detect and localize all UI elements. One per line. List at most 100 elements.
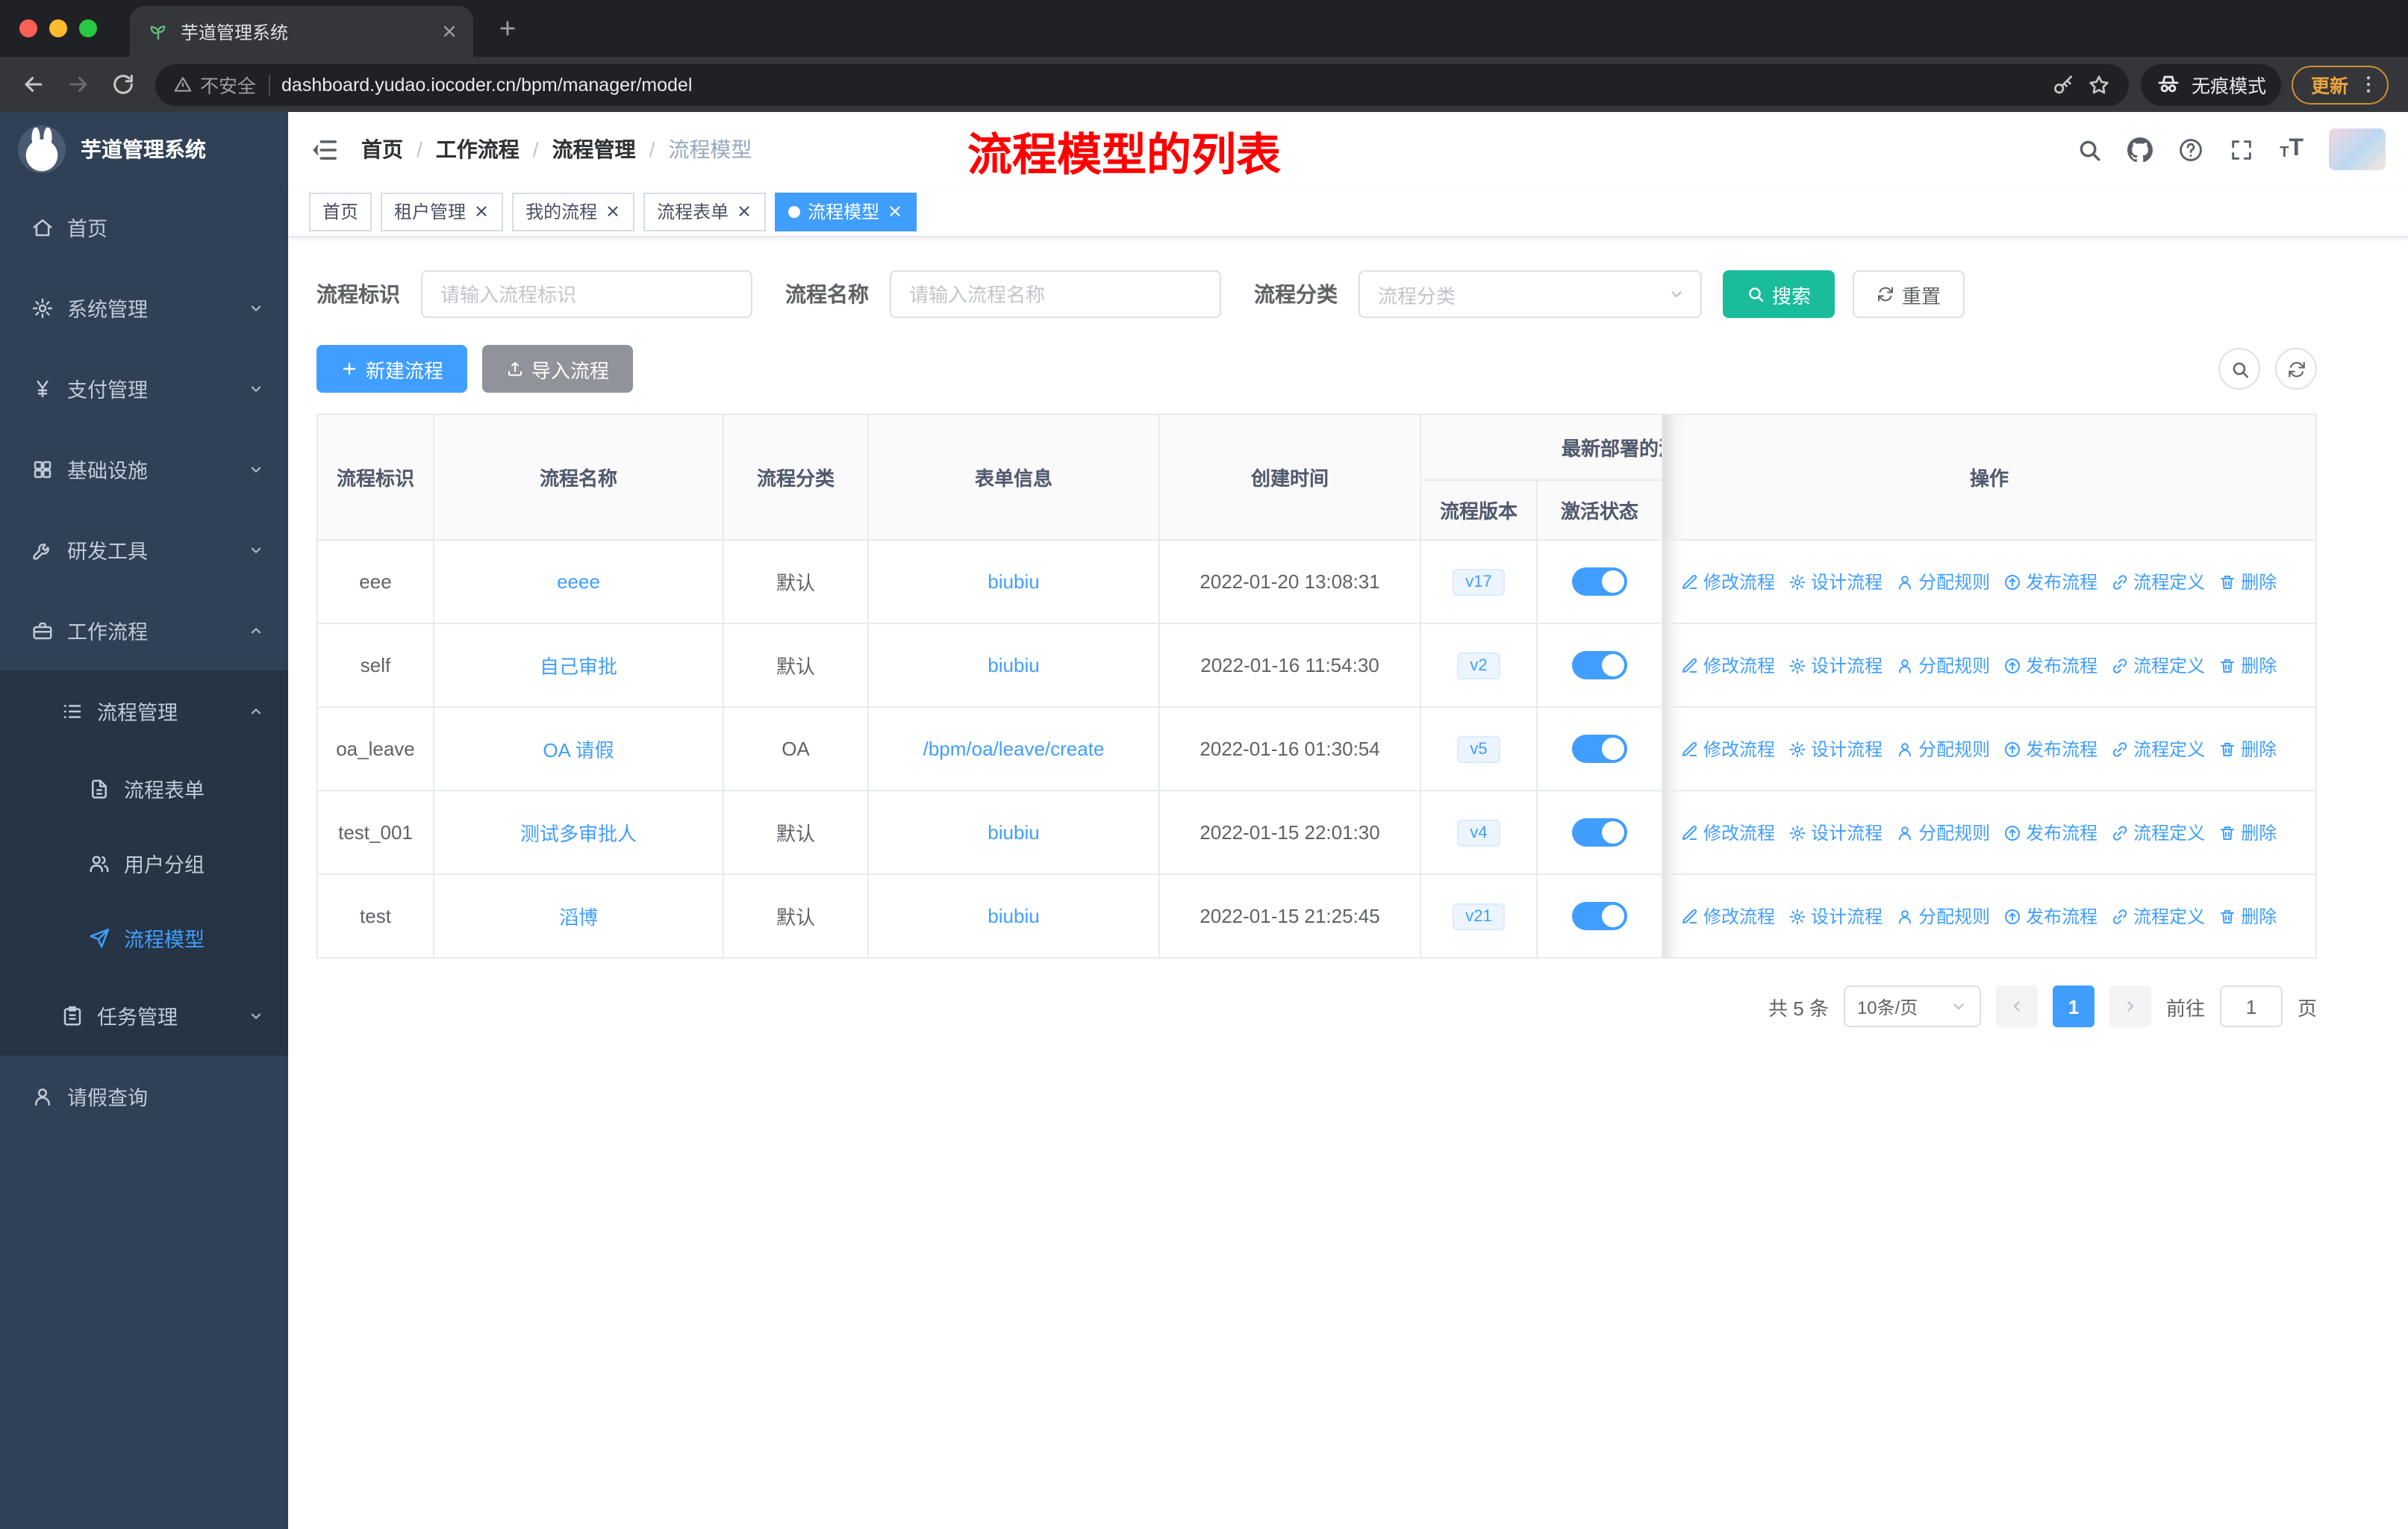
process-key-input[interactable] — [421, 270, 752, 318]
form-info-link[interactable]: biubiu — [988, 821, 1039, 844]
tag-close-icon[interactable] — [887, 203, 903, 219]
action-modify[interactable]: 修改流程 — [1681, 569, 1775, 594]
hamburger-icon[interactable] — [311, 135, 339, 164]
app-logo[interactable]: 芋道管理系统 — [0, 112, 288, 187]
action-assign[interactable]: 分配规则 — [1896, 653, 1990, 678]
action-design[interactable]: 设计流程 — [1788, 820, 1883, 845]
action-assign[interactable]: 分配规则 — [1896, 569, 1990, 594]
bookmark-star-icon[interactable] — [2087, 72, 2111, 96]
window-maximize-button[interactable] — [79, 19, 97, 37]
tab-tag[interactable]: 流程表单 — [643, 192, 767, 231]
action-delete[interactable]: 删除 — [2218, 903, 2277, 929]
action-design[interactable]: 设计流程 — [1788, 736, 1883, 762]
process-name-link[interactable]: eeee — [557, 570, 600, 593]
sidebar-item-dev-tools[interactable]: 研发工具 — [0, 509, 288, 590]
action-modify[interactable]: 修改流程 — [1681, 736, 1775, 762]
import-process-button[interactable]: 导入流程 — [482, 345, 634, 393]
help-icon[interactable] — [2178, 137, 2203, 162]
prev-page-button[interactable] — [1995, 985, 2038, 1027]
tag-close-icon[interactable] — [736, 203, 752, 219]
process-name-link[interactable]: OA 请假 — [543, 739, 614, 762]
process-name-link[interactable]: 滔博 — [559, 906, 598, 929]
forward-button[interactable] — [57, 63, 99, 105]
search-icon[interactable] — [2077, 137, 2102, 162]
breadcrumb-item[interactable]: 首页 — [361, 134, 403, 164]
next-page-button[interactable] — [2109, 985, 2151, 1027]
refresh-table-button[interactable] — [2275, 348, 2317, 390]
user-avatar[interactable] — [2329, 128, 2386, 170]
tag-close-icon[interactable] — [473, 203, 490, 219]
sidebar-item-system-manage[interactable]: 系统管理 — [0, 267, 288, 348]
fullscreen-icon[interactable] — [2229, 137, 2254, 162]
sidebar-item-home[interactable]: 首页 — [0, 187, 288, 267]
active-toggle[interactable] — [1572, 567, 1627, 596]
sidebar-item-process-model[interactable]: 流程模型 — [0, 900, 288, 975]
process-name-link[interactable]: 自己审批 — [540, 655, 617, 678]
category-select[interactable]: 流程分类 — [1359, 270, 1702, 318]
action-modify[interactable]: 修改流程 — [1681, 903, 1775, 929]
sidebar-item-process-form[interactable]: 流程表单 — [0, 751, 288, 826]
sidebar-item-workflow[interactable]: 工作流程 — [0, 590, 288, 670]
form-info-link[interactable]: biubiu — [988, 570, 1039, 593]
tab-tag[interactable]: 首页 — [309, 192, 372, 231]
security-indicator[interactable]: 不安全 — [173, 70, 256, 99]
active-toggle[interactable] — [1572, 651, 1627, 679]
action-delete[interactable]: 删除 — [2218, 569, 2277, 594]
back-button[interactable] — [12, 63, 54, 105]
action-definition[interactable]: 流程定义 — [2111, 820, 2205, 845]
tag-close-icon[interactable] — [605, 203, 621, 219]
reload-button[interactable] — [102, 63, 143, 105]
action-definition[interactable]: 流程定义 — [2111, 903, 2205, 929]
toggle-search-button[interactable] — [2218, 348, 2260, 390]
address-bar[interactable]: 不安全 dashboard.yudao.iocoder.cn/bpm/manag… — [155, 63, 2129, 105]
action-definition[interactable]: 流程定义 — [2111, 736, 2205, 762]
process-name-link[interactable]: 测试多审批人 — [520, 823, 637, 845]
active-toggle[interactable] — [1572, 902, 1627, 930]
action-design[interactable]: 设计流程 — [1788, 903, 1883, 929]
sidebar-item-infrastructure[interactable]: 基础设施 — [0, 429, 288, 509]
tab-tag[interactable]: 租户管理 — [381, 192, 504, 231]
form-info-link[interactable]: biubiu — [988, 905, 1039, 927]
action-assign[interactable]: 分配规则 — [1896, 903, 1990, 929]
tab-tag[interactable]: 流程模型 — [775, 192, 917, 231]
tab-tag[interactable]: 我的流程 — [512, 192, 635, 231]
window-close-button[interactable] — [19, 19, 37, 37]
process-name-input[interactable] — [890, 270, 1221, 318]
create-process-button[interactable]: 新建流程 — [316, 345, 468, 393]
page-number-button[interactable]: 1 — [2052, 985, 2094, 1027]
action-definition[interactable]: 流程定义 — [2111, 653, 2205, 678]
action-delete[interactable]: 删除 — [2218, 736, 2277, 762]
action-delete[interactable]: 删除 — [2218, 653, 2277, 678]
new-tab-button[interactable] — [488, 9, 527, 48]
sidebar-item-task-manage[interactable]: 任务管理 — [0, 975, 288, 1056]
action-publish[interactable]: 发布流程 — [2003, 653, 2097, 678]
window-minimize-button[interactable] — [49, 19, 67, 37]
font-size-icon[interactable]: TT — [2280, 137, 2303, 161]
action-publish[interactable]: 发布流程 — [2003, 820, 2097, 845]
action-assign[interactable]: 分配规则 — [1896, 820, 1990, 845]
page-size-select[interactable]: 10条/页 — [1843, 985, 1981, 1027]
action-assign[interactable]: 分配规则 — [1896, 736, 1990, 762]
github-icon[interactable] — [2127, 137, 2153, 162]
password-key-icon[interactable] — [2051, 72, 2075, 96]
action-design[interactable]: 设计流程 — [1788, 653, 1883, 678]
search-button[interactable]: 搜索 — [1723, 270, 1835, 318]
reset-button[interactable]: 重置 — [1853, 270, 1965, 318]
action-publish[interactable]: 发布流程 — [2003, 736, 2097, 762]
action-delete[interactable]: 删除 — [2218, 820, 2277, 845]
sidebar-item-leave-query[interactable]: 请假查询 — [0, 1056, 288, 1136]
goto-page-input[interactable] — [2219, 985, 2283, 1027]
form-info-link[interactable]: biubiu — [988, 654, 1039, 676]
action-modify[interactable]: 修改流程 — [1681, 653, 1775, 678]
action-definition[interactable]: 流程定义 — [2111, 569, 2205, 594]
action-publish[interactable]: 发布流程 — [2003, 569, 2097, 594]
tab-close-icon[interactable] — [440, 22, 458, 40]
sidebar-item-user-group[interactable]: 用户分组 — [0, 826, 288, 900]
breadcrumb-item[interactable]: 流程管理 — [552, 134, 636, 164]
form-info-link[interactable]: /bpm/oa/leave/create — [923, 738, 1105, 760]
active-toggle[interactable] — [1572, 818, 1627, 847]
sidebar-item-payment-manage[interactable]: 支付管理 — [0, 348, 288, 429]
sidebar-item-process-manage[interactable]: 流程管理 — [0, 670, 288, 751]
browser-tab[interactable]: 芋道管理系统 — [130, 6, 473, 57]
action-modify[interactable]: 修改流程 — [1681, 820, 1775, 845]
